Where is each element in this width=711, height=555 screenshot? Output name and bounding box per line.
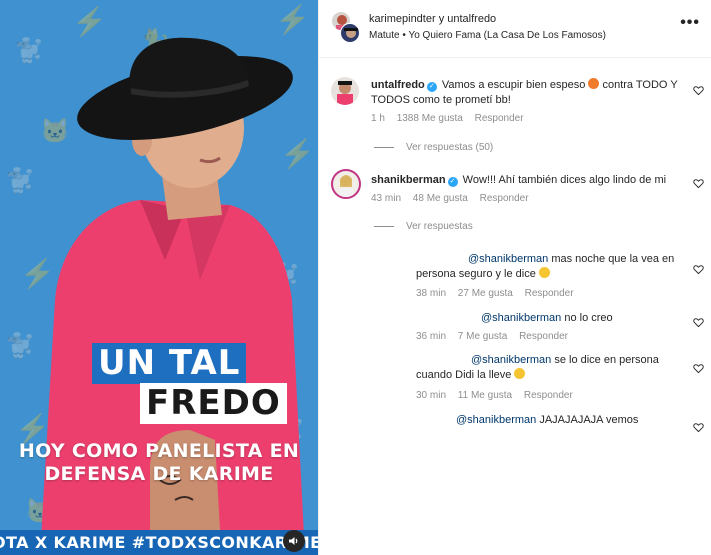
post-authors[interactable]: karimepindter y untalfredo (369, 13, 496, 25)
reply-button[interactable]: Responder (525, 288, 574, 299)
verified-badge-icon: ✓ (426, 82, 437, 92)
heart-icon[interactable] (693, 264, 704, 275)
avatar[interactable] (331, 169, 361, 199)
reply-button[interactable]: Responder (519, 331, 568, 342)
comment-likes[interactable]: 48 Me gusta (413, 193, 468, 204)
reply-text: @shanikberman no lo creo (416, 311, 686, 326)
reply-body: JAJAJAJAJA vemos (539, 414, 639, 426)
reply-time[interactable]: 30 min (416, 390, 446, 401)
laughing-emoji-icon (514, 368, 526, 379)
reply-likes[interactable]: 11 Me gusta (458, 390, 512, 401)
comment-body: Wow!!! Ahí también dices algo lindo de m… (462, 174, 667, 186)
view-replies-label: Ver respuestas (406, 221, 473, 232)
heart-icon[interactable] (693, 363, 704, 374)
subtitle-line-2: DEFENSA DE KARIME (44, 463, 274, 485)
comments-panel: karimepindter y untalfredo Matute • Yo Q… (318, 0, 711, 555)
divider (374, 147, 394, 148)
comment-meta: 43 min 48 Me gusta Responder (371, 193, 538, 204)
heart-icon[interactable] (693, 422, 704, 433)
mention-link[interactable]: @shanikberman (481, 312, 561, 324)
audio-track-link[interactable]: Matute • Yo Quiero Fama (La Casa De Los … (369, 30, 606, 41)
more-horizontal-icon: ••• (680, 14, 700, 31)
ticker-text: OTA X KARIME #TODXSCONKARIME (0, 533, 318, 552)
reply-likes[interactable]: 27 Me gusta (458, 288, 513, 299)
comment-text: untalfredo ✓ Vamos a escupir bien espeso … (371, 78, 681, 108)
divider (374, 226, 394, 227)
panel-bottom-blank (319, 434, 711, 555)
view-replies-button[interactable]: Ver respuestas (374, 221, 473, 232)
subtitle-line-1: HOY COMO PANELISTA EN (18, 440, 300, 462)
reply-meta: 30 min 11 Me gusta Responder (416, 390, 582, 401)
heart-icon[interactable] (693, 317, 704, 328)
comment-username[interactable]: untalfredo (371, 79, 425, 91)
media-subtitle: HOY COMO PANELISTA EN DEFENSA DE KARIME (0, 440, 318, 486)
comment-time[interactable]: 43 min (371, 193, 401, 204)
speaker-icon (289, 537, 298, 545)
audio-toggle-button[interactable] (283, 530, 305, 552)
comment-text: shanikberman ✓ Wow!!! Ahí también dices a… (371, 173, 691, 188)
comment-time[interactable]: 1 h (371, 113, 385, 124)
heart-icon[interactable] (693, 85, 704, 96)
mention-link[interactable]: @shanikberman (456, 414, 536, 426)
reply-text: @shanikberman mas noche que la vea en pe… (416, 252, 686, 282)
reply-likes[interactable]: 7 Me gusta (458, 331, 507, 342)
post-header: karimepindter y untalfredo Matute • Yo Q… (319, 0, 711, 58)
fire-emoji-icon (588, 78, 600, 89)
more-options-button[interactable]: ••• (680, 14, 700, 32)
reply-button[interactable]: Responder (480, 193, 529, 204)
title-line-1: UN TAL (92, 343, 247, 384)
reply-button[interactable]: Responder (475, 113, 524, 124)
view-replies-button[interactable]: Ver respuestas (50) (374, 142, 493, 153)
mention-link[interactable]: @shanikberman (471, 354, 551, 366)
comment-likes[interactable]: 1388 Me gusta (397, 113, 463, 124)
reply-time[interactable]: 36 min (416, 331, 446, 342)
reply-text: @shanikberman se lo dice en persona cuan… (416, 353, 686, 383)
reply-body: no lo creo (564, 312, 613, 324)
reply-text: @shanikberman JAJAJAJAJA vemos (416, 413, 686, 428)
reply-button[interactable]: Responder (524, 390, 573, 401)
comment-meta: 1 h 1388 Me gusta Responder (371, 113, 533, 124)
verified-badge-icon: ✓ (447, 177, 458, 187)
post-media[interactable]: 🐩 ⚡ 🐈 ⚡ 🐩 🐱 ⚡ ⚡ 🐩 🐩 🐱 ⚡ 🐩 🐱 🐱 (0, 0, 318, 555)
laughing-emoji-icon (538, 267, 550, 278)
mention-link[interactable]: @shanikberman (468, 253, 548, 265)
reply-meta: 38 min 27 Me gusta Responder (416, 288, 583, 299)
avatar[interactable] (340, 23, 360, 43)
view-replies-label: Ver respuestas (50) (406, 142, 494, 153)
news-ticker: OTA X KARIME #TODXSCONKARIME (0, 530, 318, 555)
heart-icon[interactable] (693, 178, 704, 189)
avatar[interactable] (331, 77, 359, 105)
comment-body-part: Vamos a escupir bien espeso (441, 79, 586, 91)
title-line-2: FREDO (140, 383, 287, 424)
reply-time[interactable]: 38 min (416, 288, 446, 299)
reply-meta: 36 min 7 Me gusta Responder (416, 331, 577, 342)
collab-avatars[interactable] (331, 11, 361, 43)
comment-username[interactable]: shanikberman (371, 174, 446, 186)
